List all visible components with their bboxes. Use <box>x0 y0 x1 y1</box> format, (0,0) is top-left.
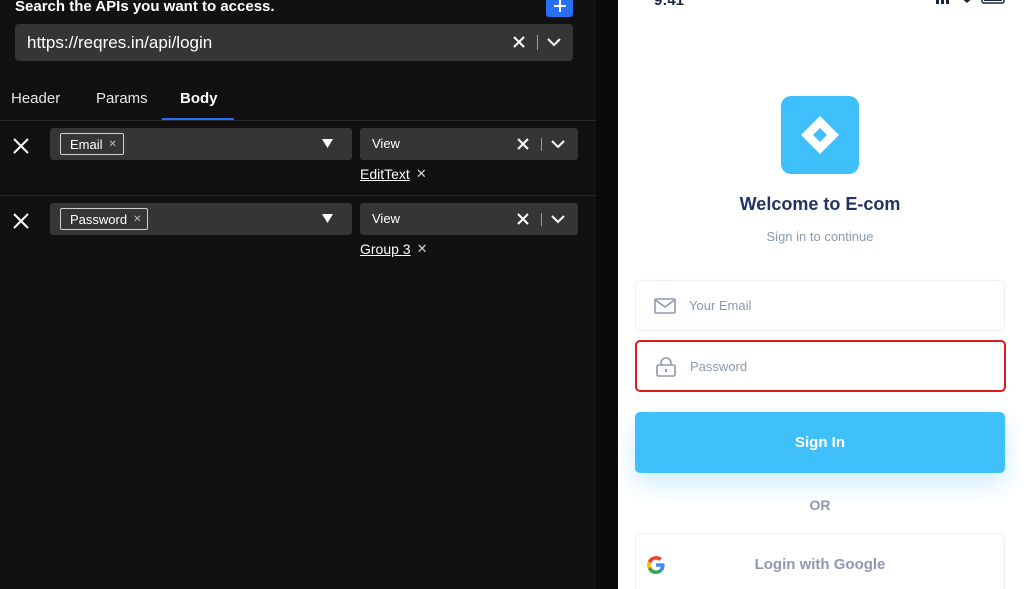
welcome-subtitle: Sign in to continue <box>766 229 874 244</box>
plus-icon <box>553 0 566 12</box>
remove-chip-icon[interactable]: ✕ <box>133 214 141 225</box>
close-icon[interactable] <box>517 213 529 225</box>
delete-row-icon[interactable] <box>12 137 30 155</box>
selected-view: EditText ✕ <box>360 166 427 182</box>
caret-down-icon[interactable] <box>322 139 333 148</box>
chevron-down-icon[interactable] <box>551 214 565 224</box>
remove-view-icon[interactable]: ✕ <box>416 166 427 182</box>
delete-row-icon[interactable] <box>12 212 30 230</box>
sign-in-button[interactable]: Sign In <box>635 412 1005 473</box>
value-select[interactable]: View <box>360 203 578 235</box>
view-link[interactable]: Group 3 <box>360 241 411 257</box>
password-field[interactable]: Password <box>635 340 1006 392</box>
add-api-button[interactable] <box>546 0 573 17</box>
key-chip: Password ✕ <box>60 208 149 230</box>
email-placeholder: Your Email <box>689 298 752 313</box>
key-chip-label: Password <box>70 211 128 227</box>
password-placeholder: Password <box>690 359 748 374</box>
google-login-label: Login with Google <box>754 556 886 573</box>
key-select[interactable]: Password ✕ <box>50 203 352 235</box>
chevron-down-icon[interactable] <box>551 139 565 149</box>
email-field[interactable]: Your Email <box>635 280 1005 331</box>
separator <box>541 213 542 226</box>
lock-icon <box>656 357 676 377</box>
value-select-label: View <box>372 211 400 226</box>
api-url-select[interactable]: https://reqres.in/api/login <box>15 24 573 61</box>
value-select[interactable]: View <box>360 128 578 160</box>
api-panel: Search the APIs you want to access. http… <box>0 0 596 589</box>
caret-down-icon[interactable] <box>322 214 333 223</box>
status-time: 9:41 <box>654 0 685 9</box>
status-icons <box>936 0 1005 4</box>
google-login-button[interactable]: Login with Google <box>635 533 1005 589</box>
tab-params[interactable]: Params <box>96 90 148 107</box>
tab-bar: Header Params Body <box>0 82 596 120</box>
remove-chip-icon[interactable]: ✕ <box>109 139 117 150</box>
view-link[interactable]: EditText <box>360 166 410 182</box>
diamond-logo-icon <box>801 116 839 154</box>
close-icon[interactable] <box>517 138 529 150</box>
close-icon[interactable] <box>512 35 526 49</box>
value-select-label: View <box>372 136 400 151</box>
phone-preview: 9:41 Welcome to E-com Sign in to continu… <box>618 0 1024 589</box>
or-separator: OR <box>809 497 831 513</box>
mail-icon <box>654 298 676 314</box>
tab-header[interactable]: Header <box>11 90 60 107</box>
key-chip: Email ✕ <box>60 133 124 155</box>
body-mapping-row: Password ✕ View Group 3 ✕ <box>0 196 596 271</box>
key-chip-label: Email <box>70 136 103 152</box>
panel-divider <box>596 0 618 589</box>
key-select[interactable]: Email ✕ <box>50 128 352 160</box>
remove-view-icon[interactable]: ✕ <box>417 241 428 257</box>
welcome-heading: Welcome to E-com <box>739 194 901 214</box>
separator <box>537 35 538 50</box>
app-logo <box>781 96 859 174</box>
separator <box>541 138 542 151</box>
panel-title: Search the APIs you want to access. <box>15 0 275 15</box>
selected-view: Group 3 ✕ <box>360 241 428 257</box>
chevron-down-icon[interactable] <box>547 37 561 47</box>
body-mapping-row: Email ✕ View EditText ✕ <box>0 121 596 196</box>
api-url-value: https://reqres.in/api/login <box>27 33 213 52</box>
tab-body[interactable]: Body <box>180 90 218 107</box>
